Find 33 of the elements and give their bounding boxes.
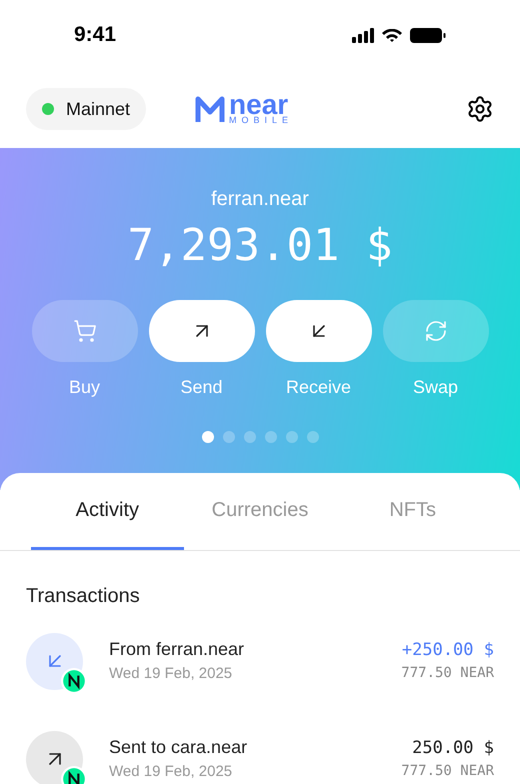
logo-mark-icon [195,94,226,124]
network-chip[interactable]: Mainnet [26,88,146,130]
action-button[interactable] [266,300,372,362]
action-button[interactable] [148,300,254,362]
near-token-icon [61,668,87,694]
transaction-title: From ferran.near [109,638,246,662]
token-amount: 777.50 NEAR [401,664,494,684]
section-title: Transactions [26,584,141,609]
swap-icon [424,319,448,343]
token-amount: 777.50 NEAR [401,762,494,782]
transaction-title: Sent to cara.near [109,736,248,760]
action-label: Buy [68,376,100,399]
account-name: ferran.near [211,187,309,212]
transaction-row[interactable]: From ferran.near Wed 19 Feb, 2025 +250.00 $ 777.50 NEAR [26,633,494,689]
transaction-date: Wed 19 Feb, 2025 [109,762,234,782]
battery-icon [410,28,446,42]
transaction-amount: +250.00 $ [402,638,494,662]
action-label: Swap [412,376,458,399]
action-label: Receive [286,376,352,399]
transaction-amount: 250.00 $ [412,736,494,760]
transaction-row[interactable]: Sent to cara.near Wed 19 Feb, 2025 250.00 $ 777.50 NEAR [26,731,494,784]
network-label: Mainnet [66,98,130,120]
settings-icon[interactable] [466,95,494,123]
action-label: Send [180,376,223,399]
balance-amount: 7,293.01 $ [128,219,392,273]
wifi-icon [382,28,402,42]
status-time: 9:41 [74,22,116,48]
transaction-date: Wed 19 Feb, 2025 [109,664,234,684]
logo-word: near [229,94,290,116]
tab[interactable]: Activity [31,473,184,550]
logo-subtitle: MOBILE [229,116,294,124]
signal-icon [352,28,374,42]
cart-icon [72,319,96,343]
